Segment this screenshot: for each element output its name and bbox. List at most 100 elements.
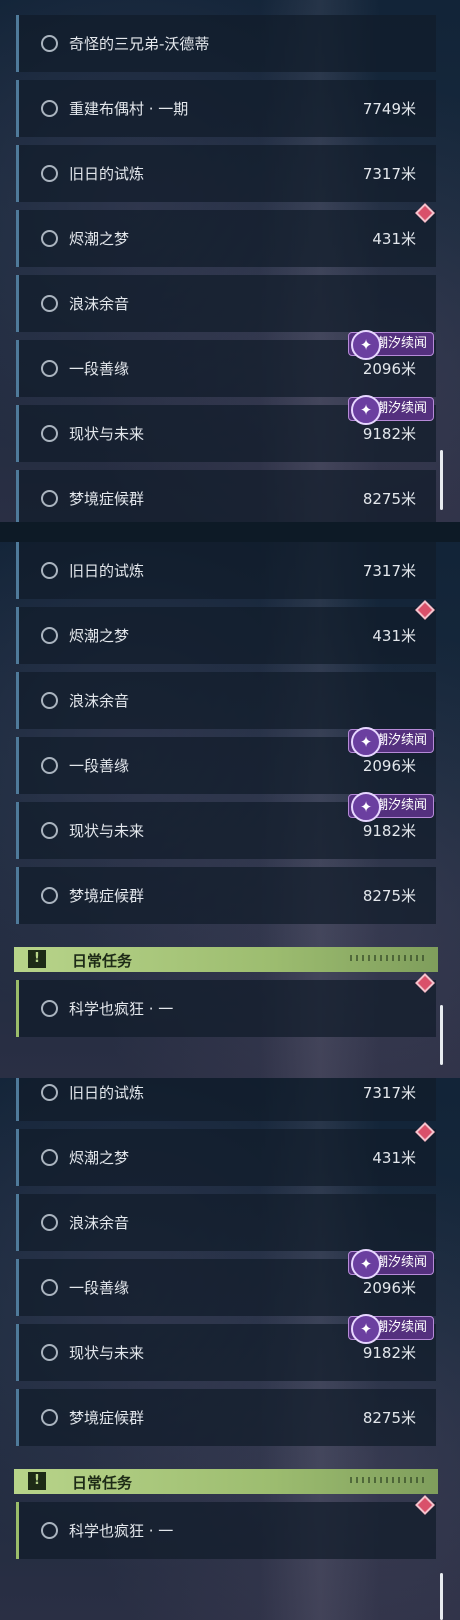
diamond-marker-icon [415,600,435,620]
quest-row[interactable]: ✦ 潮汐续闻 一段善缘 2096米 [16,1249,436,1316]
tag-label: 潮汐续闻 [374,1320,427,1335]
tide-sparkle-icon: ✦ [350,330,381,360]
circle-outline-icon [41,295,58,312]
daily-section-header[interactable]: ! 日常任务 [14,1469,438,1494]
tag-label: 潮汐续闻 [374,401,427,416]
daily-section-header[interactable]: ! 日常任务 [14,947,438,972]
tide-sparkle-icon: ✦ [350,727,381,757]
circle-outline-icon [41,692,58,709]
quest-row[interactable]: 梦境症候群 8275米 [16,470,436,522]
quest-row[interactable]: 烬潮之梦 431米 [16,1122,436,1186]
tide-sparkle-icon: ✦ [350,1249,381,1279]
story-tag: ✦ 潮汐续闻 [347,727,434,757]
quest-distance: 2096米 [362,757,416,775]
quest-distance: 9182米 [362,425,416,443]
quest-list-panel-2: 旧日的试炼 7317米 烬潮之梦 431米 浪沫余音 ✦ 潮汐续闻 一段善缘 20… [0,542,460,1078]
quest-list-panel-1: 奇怪的三兄弟-沃德蒂 重建布偶村 · 一期 7749米 旧日的试炼 7317米 … [0,0,460,522]
header-decoration [350,1477,428,1483]
quest-row[interactable]: 浪沫余音 [16,672,436,729]
tag-label: 潮汐续闻 [374,798,427,813]
tag-label: 潮汐续闻 [374,336,427,351]
scrollbar[interactable] [440,1573,443,1620]
quest-row[interactable]: 旧日的试炼 7317米 [16,145,436,202]
circle-outline-icon [41,100,58,117]
diamond-marker-icon [415,203,435,223]
quest-name: 梦境症候群 [69,887,145,905]
circle-outline-icon [41,887,58,904]
tag-label: 潮汐续闻 [374,1255,427,1270]
story-tag: ✦ 潮汐续闻 [347,1249,434,1279]
quest-row[interactable]: 浪沫余音 [16,275,436,332]
quest-row[interactable]: 旧日的试炼 7317米 [16,1078,436,1121]
quest-distance: 8275米 [362,887,416,905]
quest-distance: 2096米 [362,360,416,378]
circle-outline-icon [41,360,58,377]
circle-outline-icon [41,230,58,247]
quest-list-panel-3: 旧日的试炼 7317米 烬潮之梦 431米 浪沫余音 ✦ 潮汐续闻 一段善缘 20… [0,1078,460,1620]
quest-row[interactable]: 梦境症候群 8275米 [16,1389,436,1446]
quest-name: 梦境症候群 [69,1409,145,1427]
circle-outline-icon [41,1214,58,1231]
diamond-marker-icon [415,973,435,993]
quest-name: 奇怪的三兄弟-沃德蒂 [69,35,210,53]
circle-outline-icon [41,1084,58,1101]
tide-sparkle-icon: ✦ [350,792,381,822]
circle-outline-icon [41,425,58,442]
scrollbar[interactable] [440,450,443,510]
quest-name: 一段善缘 [69,757,130,775]
quest-distance: 431米 [372,1149,416,1167]
circle-outline-icon [41,1409,58,1426]
quest-name: 浪沫余音 [69,295,130,313]
circle-outline-icon [41,757,58,774]
circle-outline-icon [41,627,58,644]
circle-outline-icon [41,1279,58,1296]
quest-name: 烬潮之梦 [69,1149,130,1167]
quest-distance: 2096米 [362,1279,416,1297]
quest-name: 一段善缘 [69,1279,130,1297]
quest-name: 科学也疯狂 · 一 [69,1522,174,1540]
quest-name: 旧日的试炼 [69,562,145,580]
daily-quest-row[interactable]: 科学也疯狂 · 一 [16,973,436,1037]
quest-row[interactable]: 重建布偶村 · 一期 7749米 [16,80,436,137]
quest-name: 烬潮之梦 [69,230,130,248]
scrollbar[interactable] [440,1005,443,1065]
circle-outline-icon [41,490,58,507]
circle-outline-icon [41,35,58,52]
exclamation-icon: ! [28,1472,46,1490]
diamond-marker-icon [415,1495,435,1515]
quest-distance: 7317米 [362,165,416,183]
quest-name: 烬潮之梦 [69,627,130,645]
quest-distance: 9182米 [362,822,416,840]
circle-outline-icon [41,1344,58,1361]
story-tag: ✦ 潮汐续闻 [347,330,434,360]
tide-sparkle-icon: ✦ [350,1314,381,1344]
quest-name: 梦境症候群 [69,490,145,508]
quest-row[interactable]: ✦ 潮汐续闻 一段善缘 2096米 [16,727,436,794]
quest-row[interactable]: ✦ 潮汐续闻 现状与未来 9182米 [16,792,436,859]
daily-quest-row[interactable]: 科学也疯狂 · 一 [16,1495,436,1559]
quest-name: 重建布偶村 · 一期 [69,100,189,118]
quest-row[interactable]: 烬潮之梦 431米 [16,203,436,267]
quest-row[interactable]: ✦ 潮汐续闻 一段善缘 2096米 [16,330,436,397]
quest-name: 现状与未来 [69,425,145,443]
exclamation-icon: ! [28,950,46,968]
quest-distance: 9182米 [362,1344,416,1362]
story-tag: ✦ 潮汐续闻 [347,792,434,822]
quest-row[interactable]: 奇怪的三兄弟-沃德蒂 [16,15,436,72]
quest-row[interactable]: 烬潮之梦 431米 [16,600,436,664]
quest-row[interactable]: 旧日的试炼 7317米 [16,542,436,599]
quest-row[interactable]: 浪沫余音 [16,1194,436,1251]
section-title: 日常任务 [72,1474,133,1492]
quest-distance: 7749米 [362,100,416,118]
quest-name: 浪沫余音 [69,1214,130,1232]
quest-row[interactable]: 梦境症候群 8275米 [16,867,436,924]
quest-name: 浪沫余音 [69,692,130,710]
quest-name: 旧日的试炼 [69,1084,145,1102]
quest-row[interactable]: ✦ 潮汐续闻 现状与未来 9182米 [16,395,436,462]
quest-distance: 8275米 [362,1409,416,1427]
header-decoration [350,955,428,961]
quest-distance: 431米 [372,627,416,645]
quest-row[interactable]: ✦ 潮汐续闻 现状与未来 9182米 [16,1314,436,1381]
diamond-marker-icon [415,1122,435,1142]
story-tag: ✦ 潮汐续闻 [347,395,434,425]
